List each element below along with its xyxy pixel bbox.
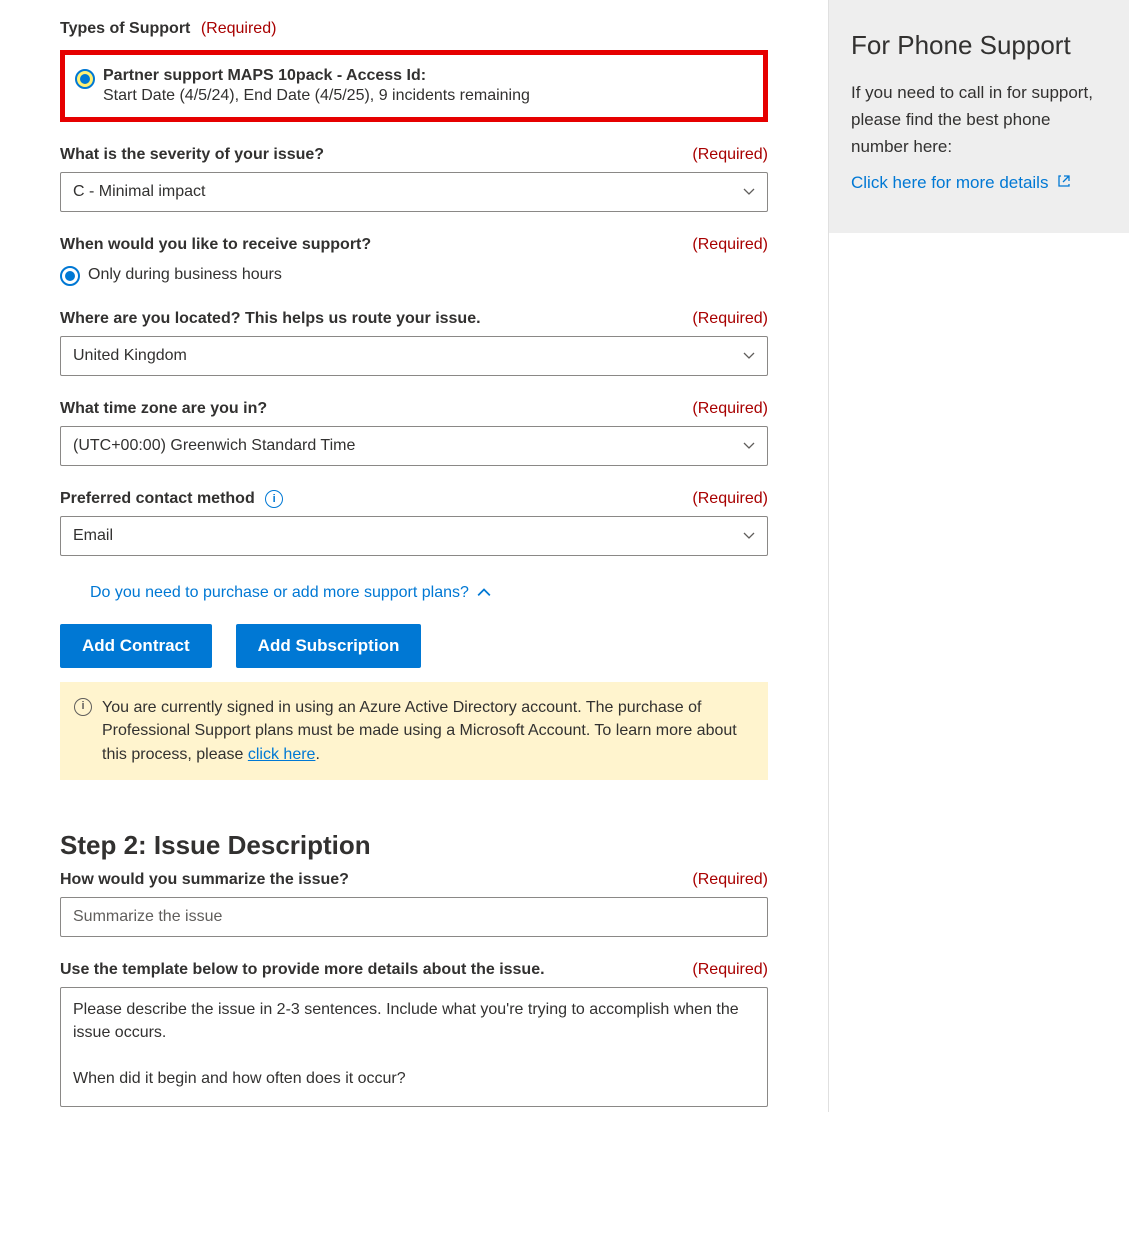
contact-value: Email <box>73 527 113 545</box>
contact-select[interactable]: Email <box>60 516 768 556</box>
support-option-highlighted: Partner support MAPS 10pack - Access Id:… <box>60 50 768 122</box>
sidebar-title: For Phone Support <box>851 30 1107 61</box>
chevron-down-icon <box>743 350 755 362</box>
required-indicator: (Required) <box>692 236 768 254</box>
severity-value: C - Minimal impact <box>73 183 205 201</box>
severity-label: What is the severity of your issue? <box>60 146 324 164</box>
notice-text: You are currently signed in using an Azu… <box>102 699 737 762</box>
chevron-down-icon <box>743 186 755 198</box>
types-of-support-label: Types of Support <box>60 20 190 37</box>
info-icon: i <box>74 698 92 716</box>
sidebar-body: If you need to call in for support, plea… <box>851 79 1107 161</box>
radio-selected-icon <box>75 69 95 89</box>
sidebar-link[interactable]: Click here for more details <box>851 173 1071 192</box>
severity-select[interactable]: C - Minimal impact <box>60 172 768 212</box>
required-indicator: (Required) <box>201 20 277 37</box>
timezone-select[interactable]: (UTC+00:00) Greenwich Standard Time <box>60 426 768 466</box>
timezone-label: What time zone are you in? <box>60 400 267 418</box>
required-indicator: (Required) <box>692 146 768 164</box>
location-value: United Kingdom <box>73 347 187 365</box>
chevron-up-icon <box>477 586 491 600</box>
when-option-label: Only during business hours <box>88 266 282 284</box>
details-label: Use the template below to provide more d… <box>60 961 545 979</box>
summary-input[interactable] <box>60 897 768 937</box>
required-indicator: (Required) <box>692 490 768 508</box>
step-2-heading: Step 2: Issue Description <box>60 830 768 861</box>
external-link-icon <box>1057 173 1071 193</box>
purchase-plans-text: Do you need to purchase or add more supp… <box>90 584 469 602</box>
summary-label: How would you summarize the issue? <box>60 871 349 889</box>
contact-label: Preferred contact method <box>60 490 255 507</box>
support-type-radio-row[interactable]: Partner support MAPS 10pack - Access Id:… <box>75 67 753 105</box>
aad-notice: i You are currently signed in using an A… <box>60 682 768 780</box>
radio-selected-icon <box>60 266 80 286</box>
when-label: When would you like to receive support? <box>60 236 371 254</box>
location-label: Where are you located? This helps us rou… <box>60 310 481 328</box>
purchase-plans-toggle[interactable]: Do you need to purchase or add more supp… <box>60 584 768 602</box>
when-radio-row[interactable]: Only during business hours <box>60 264 768 286</box>
location-select[interactable]: United Kingdom <box>60 336 768 376</box>
timezone-value: (UTC+00:00) Greenwich Standard Time <box>73 437 355 455</box>
notice-period: . <box>315 746 319 763</box>
sidebar-link-text: Click here for more details <box>851 173 1048 192</box>
notice-link[interactable]: click here <box>248 746 316 763</box>
required-indicator: (Required) <box>692 310 768 328</box>
add-contract-button[interactable]: Add Contract <box>60 624 212 668</box>
add-subscription-button[interactable]: Add Subscription <box>236 624 422 668</box>
chevron-down-icon <box>743 530 755 542</box>
required-indicator: (Required) <box>692 400 768 418</box>
details-textarea[interactable] <box>60 987 768 1107</box>
info-icon[interactable]: i <box>265 490 283 508</box>
chevron-down-icon <box>743 440 755 452</box>
required-indicator: (Required) <box>692 871 768 889</box>
phone-support-sidebar: For Phone Support If you need to call in… <box>829 0 1129 233</box>
required-indicator: (Required) <box>692 961 768 979</box>
support-option-subtitle: Start Date (4/5/24), End Date (4/5/25), … <box>103 87 753 105</box>
support-option-title: Partner support MAPS 10pack - Access Id: <box>103 67 753 85</box>
